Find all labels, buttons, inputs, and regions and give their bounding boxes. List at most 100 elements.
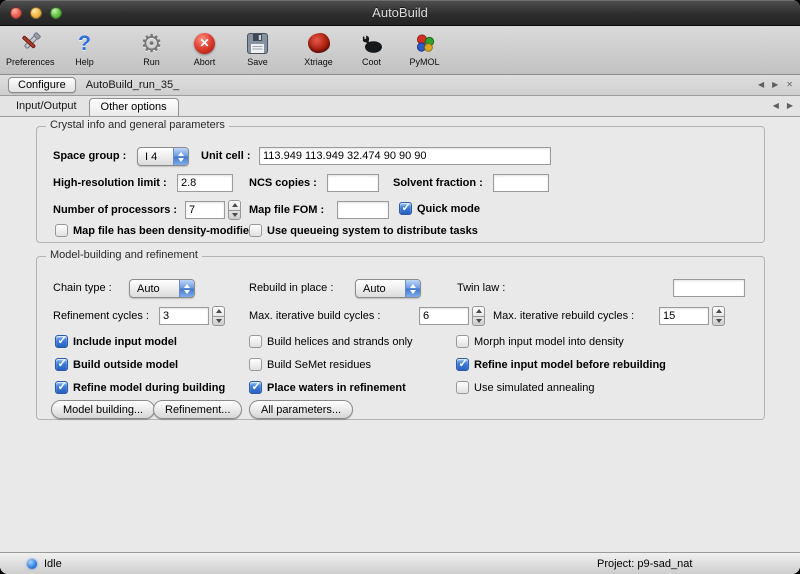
- checkbox-box: [249, 224, 262, 237]
- space-group-select[interactable]: I 4: [137, 147, 189, 166]
- build-cycles-stepper[interactable]: [472, 306, 485, 326]
- tab-other-options[interactable]: Other options: [89, 98, 179, 116]
- subtab-next-icon[interactable]: ▶: [787, 102, 793, 110]
- map-fom-input[interactable]: [337, 201, 389, 219]
- ncs-copies-label: NCS copies :: [249, 177, 317, 190]
- build-cycles-input[interactable]: [419, 307, 469, 325]
- toolbar-button-pymol[interactable]: PyMOL: [402, 29, 448, 67]
- high-res-label: High-resolution limit :: [53, 177, 167, 190]
- toolbar-button-preferences[interactable]: Preferences: [6, 29, 55, 67]
- toolbar: Preferences ? Help ⚙ Run ✕ Abort: [0, 26, 800, 75]
- zoom-button[interactable]: [50, 7, 62, 19]
- processors-stepper[interactable]: [228, 200, 241, 220]
- checkbox-box: [249, 335, 262, 348]
- space-group-label: Space group :: [53, 150, 126, 163]
- project-label: Project: p9-sad_nat: [597, 558, 692, 570]
- checkbox-refine-before-rebuilding[interactable]: Refine input model before rebuilding: [456, 358, 666, 371]
- subtab-prev-icon[interactable]: ◀: [773, 102, 779, 110]
- rebuild-cycles-label: Max. iterative rebuild cycles :: [493, 310, 634, 323]
- abort-x-glyph: ✕: [200, 37, 210, 49]
- refinement-cycles-label: Refinement cycles :: [53, 310, 149, 323]
- crystal-info-group: Crystal info and general parameters Spac…: [36, 126, 765, 243]
- unit-cell-input[interactable]: [259, 147, 551, 165]
- toolbar-button-abort[interactable]: ✕ Abort: [182, 29, 228, 67]
- checkbox-box: [399, 202, 412, 215]
- solvent-fraction-input[interactable]: [493, 174, 549, 192]
- processors-label: Number of processors :: [53, 204, 177, 217]
- toolbar-button-coot[interactable]: Coot: [349, 29, 395, 67]
- main-tab-nav: ◀ ▶ ✕: [758, 75, 793, 95]
- checkbox-label: Refine model during building: [73, 382, 225, 394]
- refinement-cycles-input[interactable]: [159, 307, 209, 325]
- close-button[interactable]: [10, 7, 22, 19]
- preferences-icon: [17, 29, 44, 57]
- toolbar-button-run[interactable]: ⚙ Run: [129, 29, 175, 67]
- popup-arrows-icon: [405, 280, 420, 297]
- checkbox-label: Place waters in refinement: [267, 382, 406, 394]
- ncs-copies-input[interactable]: [327, 174, 379, 192]
- checkbox-build-helices-strands[interactable]: Build helices and strands only: [249, 335, 413, 348]
- toolbar-label: Preferences: [6, 57, 55, 67]
- checkbox-box: [249, 381, 262, 394]
- options-panel: Crystal info and general parameters Spac…: [0, 117, 800, 552]
- tab-next-icon[interactable]: ▶: [772, 81, 778, 89]
- checkbox-box: [456, 358, 469, 371]
- checkbox-include-input-model[interactable]: Include input model: [55, 335, 177, 348]
- status-bar: Idle Project: p9-sad_nat: [0, 552, 800, 574]
- toolbar-button-help[interactable]: ? Help: [62, 29, 108, 67]
- toolbar-button-save[interactable]: Save: [235, 29, 281, 67]
- gear-glyph: ⚙: [140, 31, 162, 56]
- checkbox-queueing-system[interactable]: Use queueing system to distribute tasks: [249, 224, 478, 237]
- popup-arrows-icon: [179, 280, 194, 297]
- checkbox-simulated-annealing[interactable]: Use simulated annealing: [456, 381, 594, 394]
- tab-input-output[interactable]: Input/Output: [4, 98, 89, 114]
- twin-law-input[interactable]: [673, 279, 745, 297]
- toolbar-label: Coot: [362, 57, 381, 67]
- tab-autobuild-run-35[interactable]: AutoBuild_run_35_: [76, 77, 190, 93]
- rebuild-cycles-input[interactable]: [659, 307, 709, 325]
- coot-bird-icon: [358, 29, 385, 57]
- twin-law-label: Twin law :: [457, 282, 505, 295]
- sub-tab-nav: ◀ ▶: [773, 96, 793, 116]
- tab-prev-icon[interactable]: ◀: [758, 81, 764, 89]
- checkbox-label: Build outside model: [73, 359, 178, 371]
- selected-value: I 4: [138, 148, 173, 165]
- model-building-button[interactable]: Model building...: [51, 400, 155, 419]
- rebuild-in-place-select[interactable]: Auto: [355, 279, 421, 298]
- titlebar[interactable]: AutoBuild: [0, 0, 800, 26]
- toolbar-label: PyMOL: [410, 57, 440, 67]
- checkbox-quick-mode[interactable]: Quick mode: [399, 202, 480, 215]
- solvent-fraction-label: Solvent fraction :: [393, 177, 483, 190]
- checkbox-label: Morph input model into density: [474, 336, 624, 348]
- checkbox-build-semet[interactable]: Build SeMet residues: [249, 358, 371, 371]
- minimize-button[interactable]: [30, 7, 42, 19]
- rebuild-cycles-stepper[interactable]: [712, 306, 725, 326]
- high-res-input[interactable]: [177, 174, 233, 192]
- group-title: Crystal info and general parameters: [46, 119, 229, 131]
- help-glyph: ?: [78, 33, 91, 54]
- refinement-cycles-stepper[interactable]: [212, 306, 225, 326]
- xtriage-icon: [305, 29, 332, 57]
- checkbox-morph-input-model[interactable]: Morph input model into density: [456, 335, 624, 348]
- chain-type-select[interactable]: Auto: [129, 279, 195, 298]
- refinement-button[interactable]: Refinement...: [153, 400, 242, 419]
- idle-led-icon: [27, 559, 37, 569]
- toolbar-button-xtriage[interactable]: Xtriage: [296, 29, 342, 67]
- checkbox-build-outside-model[interactable]: Build outside model: [55, 358, 178, 371]
- tab-close-icon[interactable]: ✕: [786, 81, 793, 89]
- save-floppy-icon: [244, 29, 271, 57]
- tab-configure[interactable]: Configure: [8, 77, 76, 93]
- checkbox-place-waters[interactable]: Place waters in refinement: [249, 381, 406, 394]
- all-parameters-button[interactable]: All parameters...: [249, 400, 353, 419]
- rebuild-in-place-label: Rebuild in place :: [249, 282, 333, 295]
- map-fom-label: Map file FOM :: [249, 204, 324, 217]
- checkbox-box: [55, 358, 68, 371]
- group-title: Model-building and refinement: [46, 249, 202, 261]
- checkbox-label: Refine input model before rebuilding: [474, 359, 666, 371]
- model-building-group: Model-building and refinement Chain type…: [36, 256, 765, 420]
- processors-input[interactable]: [185, 201, 225, 219]
- checkbox-density-modified[interactable]: Map file has been density-modified: [55, 224, 256, 237]
- toolbar-label: Abort: [194, 57, 216, 67]
- sub-tab-bar: Input/Output Other options ◀ ▶: [0, 96, 800, 117]
- checkbox-refine-during-building[interactable]: Refine model during building: [55, 381, 225, 394]
